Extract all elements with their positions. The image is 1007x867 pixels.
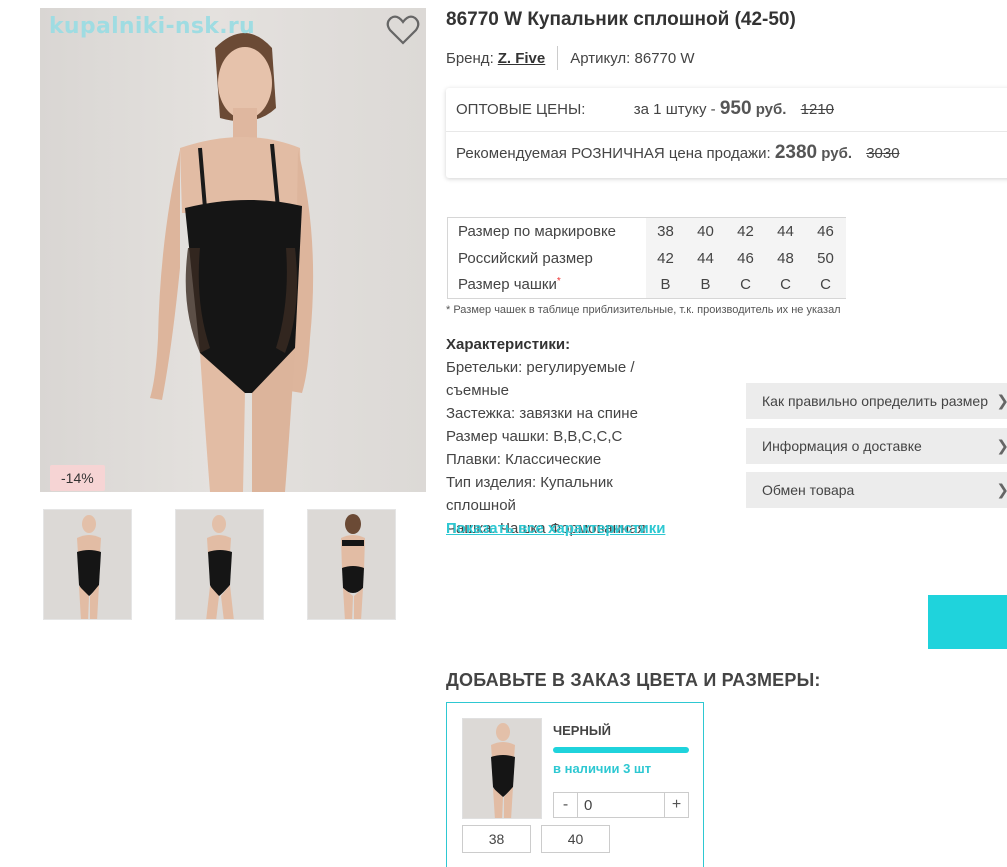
product-title: 86770 W Купальник сплошной (42-50) [446,9,796,30]
discount-badge: -14% [50,465,105,491]
cup-label-text: Размер чашки [458,276,557,294]
size-cell: 42 [725,217,766,245]
size-guide-button[interactable]: Как правильно определить размер ❯ [746,383,1007,419]
stock-status: в наличии 3 шт [553,761,652,776]
characteristics-title: Характеристики: [446,336,571,353]
add-to-cart-button[interactable] [928,595,1007,649]
wholesale-price: 950 [719,98,752,119]
main-product-photo[interactable]: kupalniki-nsk.ru -14% [40,8,426,492]
size-cell: B [685,271,726,299]
size-table-row: Российский размер 42 44 46 48 50 [447,244,846,272]
size-cell: 42 [645,244,686,272]
stock-indicator-bar [553,747,689,753]
size-cell: 44 [685,244,726,272]
chevron-right-icon: ❯ [996,392,1007,410]
side-button-label: Обмен товара [762,482,855,498]
wholesale-old-price: 1210 [800,101,835,118]
size-table-row: Размер чашки* B B C C C [447,271,846,299]
size-table: Размер по маркировке 38 40 42 44 46 Росс… [447,217,846,299]
quantity-increase-button[interactable]: + [664,793,688,817]
wholesale-currency: руб. [755,101,787,118]
quantity-decrease-button[interactable]: - [554,793,578,817]
variant-thumbnail[interactable] [462,718,542,819]
size-cell: C [725,271,766,299]
size-option-38[interactable]: 38 [462,825,531,853]
size-cell: C [805,271,846,299]
chevron-right-icon: ❯ [996,437,1007,455]
wholesale-per-unit: за 1 штуку - [633,101,716,118]
size-cell: B [645,271,686,299]
size-cell: C [765,271,806,299]
size-row-label: Размер по маркировке [447,217,646,245]
product-meta: Бренд: Z. Five Артикул: 86770 W [446,46,695,70]
size-row-label: Российский размер [447,244,646,272]
thumbnail-image [77,515,101,619]
footnote-star: * [556,276,561,288]
article-label: Артикул: 86770 W [570,49,695,67]
thumbnail-side[interactable] [175,509,264,620]
size-cell: 46 [805,217,846,245]
price-box: ОПТОВЫЕ ЦЕНЫ: за 1 штуку - 950 руб. 1210… [446,88,1007,178]
size-cell: 50 [805,244,846,272]
wholesale-label: ОПТОВЫЕ ЦЕНЫ: [456,101,586,118]
retail-old-price: 3030 [866,145,900,162]
add-to-order-title: ДОБАВЬТЕ В ЗАКАЗ ЦВЕТА И РАЗМЕРЫ: [446,670,821,690]
color-name: ЧЕРНЫЙ [553,723,611,738]
size-table-row: Размер по маркировке 38 40 42 44 46 [447,217,846,245]
side-button-label: Информация о доставке [762,438,922,454]
brand-label: Бренд: [446,49,494,67]
retail-label: Рекомендуемая РОЗНИЧНАЯ цена продажи: [456,145,771,162]
size-option-40[interactable]: 40 [541,825,610,853]
characteristic-item: Размер чашки: B,B,C,C,C [446,428,623,445]
color-variant-card: ЧЕРНЫЙ в наличии 3 шт - + 38 40 [446,702,704,867]
size-cell: 44 [765,217,806,245]
characteristics-list: Бретельки: регулируемые / съемные Застеж… [446,356,676,540]
wholesale-price-row: ОПТОВЫЕ ЦЕНЫ: за 1 штуку - 950 руб. 1210 [456,98,834,120]
characteristic-item: Тип изделия: Купальник сплошной [446,474,613,514]
brand-link[interactable]: Z. Five [498,50,546,67]
delivery-info-button[interactable]: Информация о доставке ❯ [746,428,1007,464]
retail-price-row: Рекомендуемая РОЗНИЧНАЯ цена продажи: 23… [456,142,900,164]
price-divider [446,131,1007,132]
meta-divider [557,46,559,70]
characteristic-item: Плавки: Классические [446,451,602,468]
size-cell: 38 [645,217,686,245]
side-button-label: Как правильно определить размер [762,393,988,409]
size-footnote: * Размер чашек в таблице приблизительные… [446,304,841,316]
thumbnail-image [206,515,234,619]
thumbnail-front[interactable] [43,509,132,620]
site-watermark: kupalniki-nsk.ru [49,14,255,39]
size-cell: 40 [685,217,726,245]
model-illustration [150,33,314,492]
exchange-button[interactable]: Обмен товара ❯ [746,472,1007,508]
size-cell: 46 [725,244,766,272]
chevron-right-icon: ❯ [996,481,1007,499]
retail-currency: руб. [821,145,853,162]
thumbnail-image [341,514,365,619]
quantity-input[interactable] [578,793,664,817]
show-all-characteristics-link[interactable]: Показать все характеристики [446,520,665,537]
characteristic-item: Бретельки: регулируемые / съемные [446,359,635,399]
characteristic-item: Застежка: завязки на спине [446,405,638,422]
favorite-heart-icon[interactable] [386,14,420,46]
thumbnail-back[interactable] [307,509,396,620]
retail-price: 2380 [774,142,818,163]
quantity-stepper: - + [553,792,689,818]
size-row-label-cup: Размер чашки* [447,271,646,299]
size-cell: 48 [765,244,806,272]
variant-image [491,723,515,818]
